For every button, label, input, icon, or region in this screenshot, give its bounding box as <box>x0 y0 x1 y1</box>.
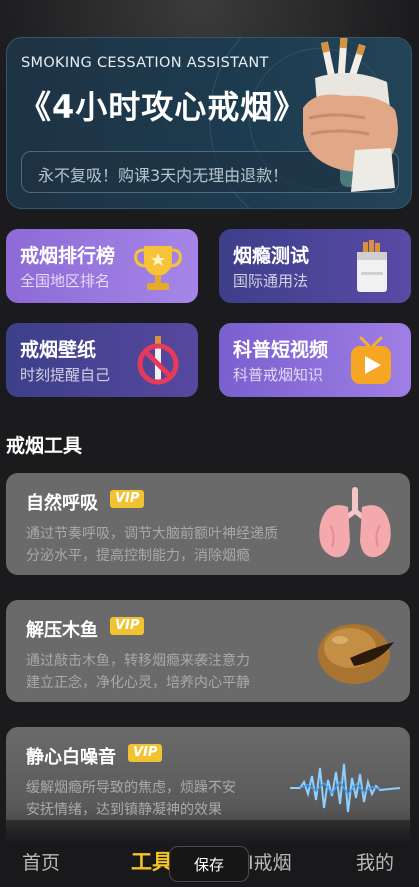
promo-text: 永不复吸！购课3天内无理由退款！ <box>38 166 289 185</box>
vip-badge: VIP <box>128 744 163 762</box>
lungs-icon <box>319 487 391 558</box>
video-play-icon <box>351 336 391 384</box>
nav-mine[interactable]: 我的 <box>356 848 394 875</box>
save-button[interactable]: 保存 <box>169 846 249 882</box>
nav-tools[interactable]: 工具 <box>131 846 173 876</box>
tool-description-line1: 缓解烟瘾所导致的焦虑，烦躁不安 <box>26 780 236 796</box>
card-subtitle: 国际通用法 <box>233 272 309 290</box>
card-subtitle: 全国地区排名 <box>20 272 111 290</box>
tool-description-line1: 通过敲击木鱼，转移烟瘾来袭注意力 <box>26 653 250 669</box>
card-subtitle: 科普戒烟知识 <box>233 366 324 384</box>
card-title: 烟瘾测试 <box>233 245 310 267</box>
wooden-fish-icon <box>318 624 394 684</box>
card-title: 戒烟排行榜 <box>20 245 116 267</box>
card-title: 戒烟壁纸 <box>20 339 97 361</box>
section-title: 戒烟工具 <box>6 435 83 457</box>
video-card[interactable]: 科普短视频 科普戒烟知识 <box>219 323 411 397</box>
vip-badge: VIP <box>110 617 145 635</box>
banner-title: 《4小时攻心戒烟》 <box>19 88 307 126</box>
tool-name: 静心白噪音 <box>26 747 116 768</box>
tool-description-line2: 建立正念，净化心灵，培养内心平静 <box>26 675 250 691</box>
tool-description-line2: 安抚情绪，达到镇静凝神的效果 <box>26 802 222 818</box>
card-subtitle: 时刻提醒自己 <box>20 366 111 384</box>
tool-description-line2: 分泌水平，提高控制能力，消除烟瘾 <box>26 548 250 564</box>
vip-badge: VIP <box>110 490 145 508</box>
tool-name: 自然呼吸 <box>26 493 98 514</box>
nav-home[interactable]: 首页 <box>22 848 60 875</box>
addiction-test-card[interactable]: 烟瘾测试 国际通用法 <box>219 229 411 303</box>
no-smoking-icon <box>137 336 179 385</box>
course-banner[interactable]: SMOKING CESSATION ASSISTANT 《4小时攻心戒烟》 永不… <box>6 37 412 209</box>
tool-card-breathing[interactable]: 自然呼吸 VIP 通过节奏呼吸，调节大脑前额叶神经递质 分泌水平，提高控制能力，… <box>6 473 410 575</box>
cigarette-pack-icon <box>357 240 387 292</box>
tool-name: 解压木鱼 <box>26 620 98 641</box>
sound-wave-icon <box>290 763 400 813</box>
tool-description-line1: 通过节奏呼吸，调节大脑前额叶神经递质 <box>26 526 278 542</box>
card-title: 科普短视频 <box>233 339 329 361</box>
banner-subtitle: SMOKING CESSATION ASSISTANT <box>21 55 269 71</box>
tool-card-wooden-fish[interactable]: 解压木鱼 VIP 通过敲击木鱼，转移烟瘾来袭注意力 建立正念，净化心灵，培养内心… <box>6 600 410 702</box>
trophy-icon <box>134 246 182 290</box>
leaderboard-card[interactable]: 戒烟排行榜 全国地区排名 <box>6 229 198 303</box>
hand-crushing-cigarettes-icon <box>303 38 398 192</box>
wallpaper-card[interactable]: 戒烟壁纸 时刻提醒自己 <box>6 323 198 397</box>
